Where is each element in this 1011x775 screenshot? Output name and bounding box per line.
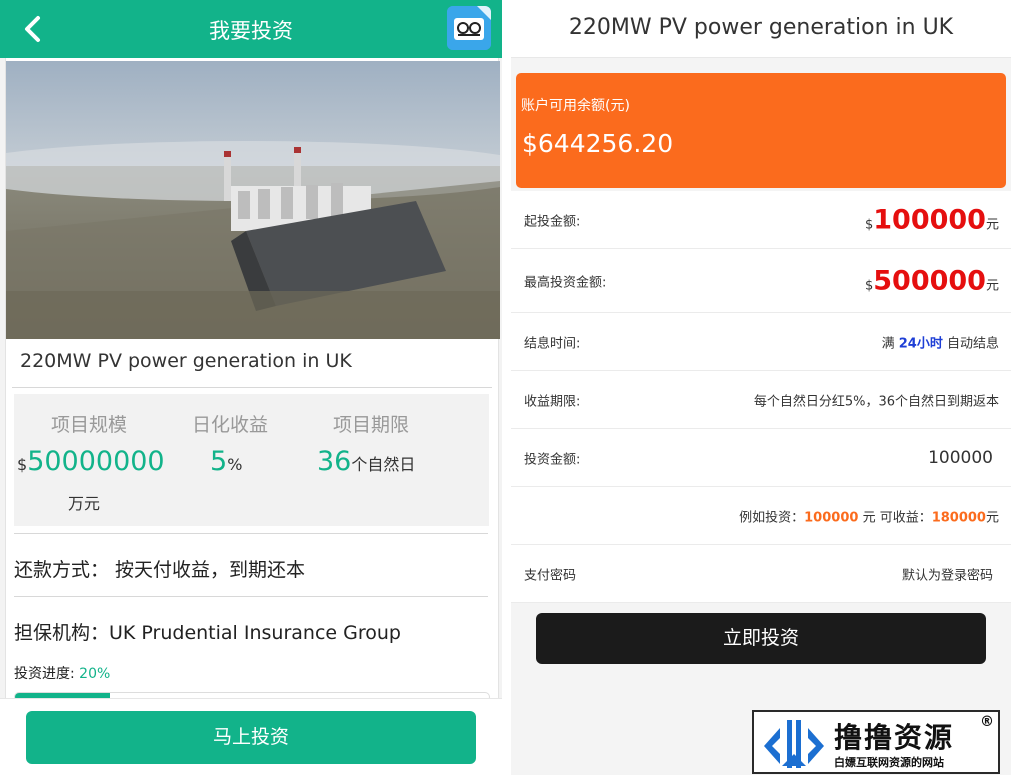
divider xyxy=(14,533,488,534)
yield-label: 日化收益 xyxy=(191,414,268,436)
settlement-value: 满 24小时 自动结息 xyxy=(882,332,999,351)
scale-label: 项目规模 xyxy=(50,414,127,436)
scale-value: $50000000 xyxy=(17,446,165,477)
example-text: 例如投资：100000 元 可收益：180000元 xyxy=(739,506,999,525)
scale-unit: 万元 xyxy=(68,494,101,513)
example-row: 例如投资：100000 元 可收益：180000元 xyxy=(511,487,1011,545)
bottom-bar: 马上投资 xyxy=(0,698,502,775)
yield-unit: % xyxy=(227,455,243,474)
app-icon[interactable] xyxy=(447,6,491,50)
min-invest-row: 起投金额: $100000元 xyxy=(511,191,1011,249)
divider xyxy=(12,387,492,388)
min-invest-amount: 100000 xyxy=(873,204,986,235)
unit: 元 xyxy=(985,278,999,293)
max-invest-row: 最高投资金额: $500000元 xyxy=(511,249,1011,313)
term-label: 收益期限: xyxy=(524,394,581,409)
term-value: 36个自然日 xyxy=(317,446,415,477)
yield-amount: 5 xyxy=(210,446,228,477)
divider xyxy=(14,596,488,597)
balance-value: $644256.20 xyxy=(522,129,674,158)
max-invest-amount: 500000 xyxy=(873,265,986,296)
confirm-invest-button[interactable]: 立即投资 xyxy=(536,613,986,664)
watermark-reg: ® xyxy=(980,714,994,730)
min-invest-label: 起投金额: xyxy=(524,214,581,229)
progress-label-text: 投资进度: xyxy=(14,666,75,682)
page: 我要投资 220MW PV power generation in UK 项目规… xyxy=(0,0,1011,775)
investment-details: 起投金额: $100000元 最高投资金额: $500000元 结息时间: 满 … xyxy=(511,191,1011,603)
balance-label: 账户可用余额(元) xyxy=(521,98,630,114)
watermark-subtitle: 白嫖互联网资源的网站 xyxy=(834,756,944,769)
term-amount: 36 xyxy=(317,446,352,477)
term-label: 项目期限 xyxy=(332,414,409,436)
repayment-method: 还款方式： 按天付收益，到期还本 xyxy=(14,559,306,581)
yield-value: 5% xyxy=(210,446,242,477)
settlement-row: 结息时间: 满 24小时 自动结息 xyxy=(511,313,1011,371)
watermark-name: 撸撸资源 xyxy=(834,721,955,754)
scale-amount: 50000000 xyxy=(27,446,165,477)
example-unit: 元 xyxy=(985,510,999,525)
max-invest-label: 最高投资金额: xyxy=(524,275,607,290)
example-income: 180000 xyxy=(931,510,986,525)
example-pre: 例如投资： xyxy=(739,510,805,525)
project-title: 220MW PV power generation in UK xyxy=(20,350,352,372)
amount-input[interactable]: 100000 xyxy=(928,448,993,468)
page-title: 我要投资 xyxy=(209,19,293,43)
progress-label: 投资进度: 20% xyxy=(14,663,110,683)
balance-card: 账户可用余额(元) $644256.20 xyxy=(516,73,1006,188)
term-row: 收益期限: 每个自然日分红5%，36个自然日到期返本 xyxy=(511,371,1011,429)
max-invest-value: $500000元 xyxy=(865,265,999,296)
password-label: 支付密码 xyxy=(524,568,577,583)
invest-now-button[interactable]: 马上投资 xyxy=(26,711,476,764)
amount-row: 投资金额: 100000 xyxy=(511,429,1011,487)
settlement-pre: 满 xyxy=(881,336,895,351)
watermark: 撸撸资源 ® 白嫖互联网资源的网站 xyxy=(752,710,1000,774)
scale-currency: $ xyxy=(17,455,28,474)
page-title: 220MW PV power generation in UK xyxy=(568,15,954,40)
watermark-logo-icon xyxy=(764,720,824,768)
settlement-label: 结息时间: xyxy=(524,336,581,351)
term-value: 每个自然日分红5%，36个自然日到期返本 xyxy=(753,394,999,409)
settlement-hours: 24小时 xyxy=(898,336,943,351)
project-stats: 项目规模 日化收益 项目期限 $50000000 万元 5% 36个自然日 xyxy=(14,394,489,526)
project-card: 220MW PV power generation in UK 项目规模 日化收… xyxy=(5,58,500,702)
top-bar: 220MW PV power generation in UK xyxy=(511,0,1011,58)
amount-label: 投资金额: xyxy=(524,452,581,467)
min-invest-value: $100000元 xyxy=(865,204,999,235)
settlement-post: 自动结息 xyxy=(946,336,999,351)
top-bar: 我要投资 xyxy=(0,0,502,58)
project-photo xyxy=(6,61,500,339)
password-input[interactable]: 默认为登录密码 xyxy=(902,564,993,583)
example-mid: 元 可收益： xyxy=(862,510,932,525)
password-row: 支付密码 默认为登录密码 xyxy=(511,545,1011,603)
term-unit: 个自然日 xyxy=(351,455,416,474)
project-detail-panel: 我要投资 220MW PV power generation in UK 项目规… xyxy=(0,0,502,775)
investment-form-panel: 220MW PV power generation in UK 账户可用余额(元… xyxy=(511,0,1011,775)
example-amount: 100000 xyxy=(804,510,859,525)
unit: 元 xyxy=(985,217,999,232)
guarantor: 担保机构：UK Prudential Insurance Group xyxy=(14,622,401,644)
progress-value: 20% xyxy=(79,666,111,682)
